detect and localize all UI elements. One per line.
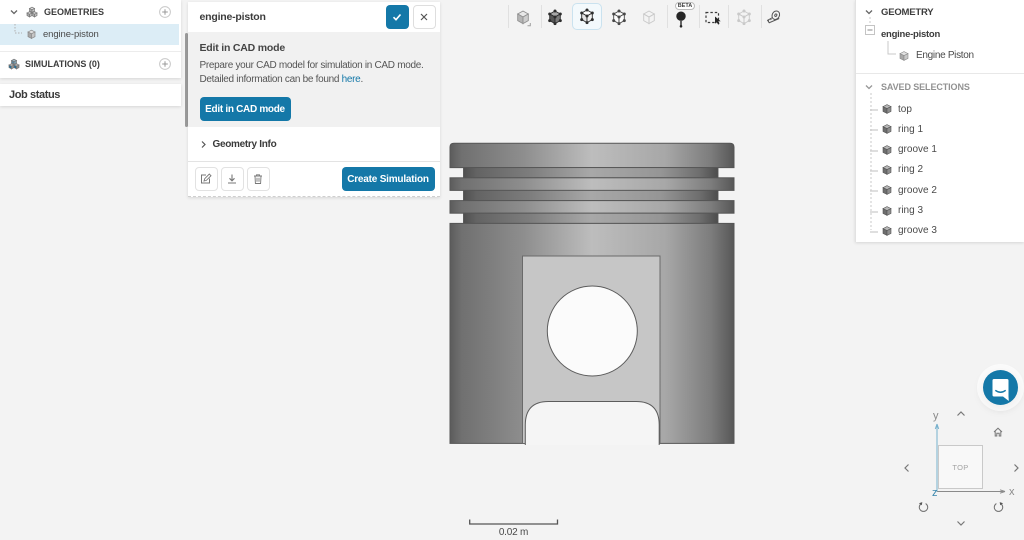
svg-text:y: y <box>933 410 939 422</box>
svg-text:z: z <box>932 487 938 499</box>
svg-text:x: x <box>1009 486 1015 498</box>
